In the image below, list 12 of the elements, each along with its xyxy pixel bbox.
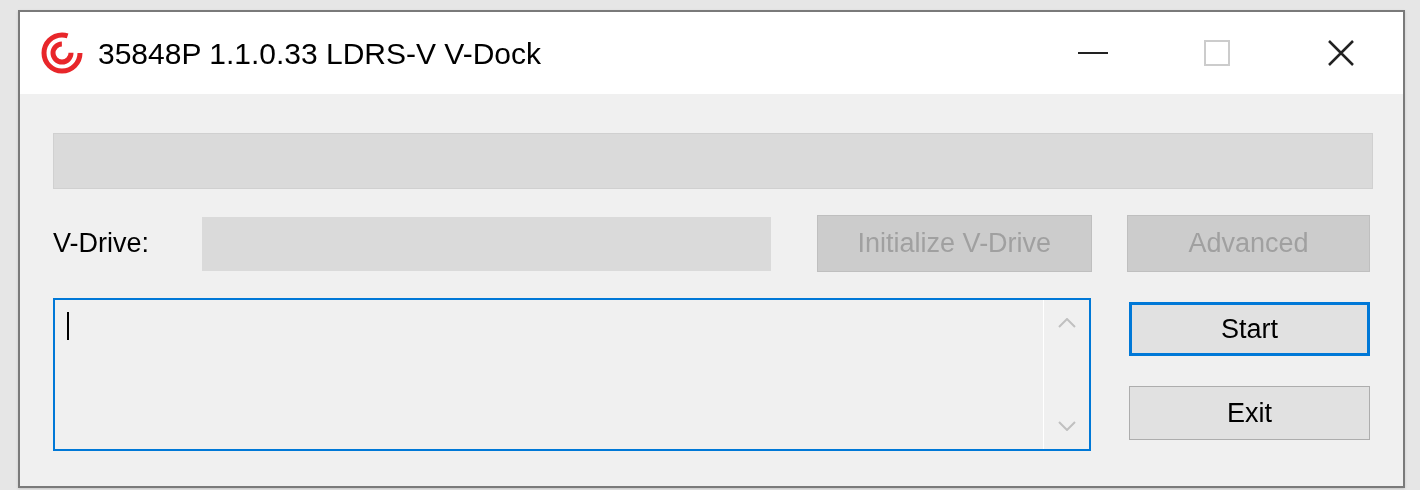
scroll-up-icon[interactable] <box>1057 318 1076 328</box>
minimize-icon <box>1078 52 1108 54</box>
field-label: V-Drive: <box>53 227 151 261</box>
text-cursor <box>67 312 69 340</box>
log-text-area[interactable] <box>53 298 1091 451</box>
start-button[interactable]: Start <box>1129 302 1370 356</box>
app-logo-icon <box>40 31 84 75</box>
scroll-down-icon[interactable] <box>1057 421 1076 431</box>
window-title: 35848P 1.1.0.33 LDRS-V V-Dock <box>98 35 542 72</box>
close-icon <box>1327 39 1355 67</box>
maximize-icon <box>1204 40 1230 66</box>
exit-button[interactable]: Exit <box>1129 386 1370 440</box>
